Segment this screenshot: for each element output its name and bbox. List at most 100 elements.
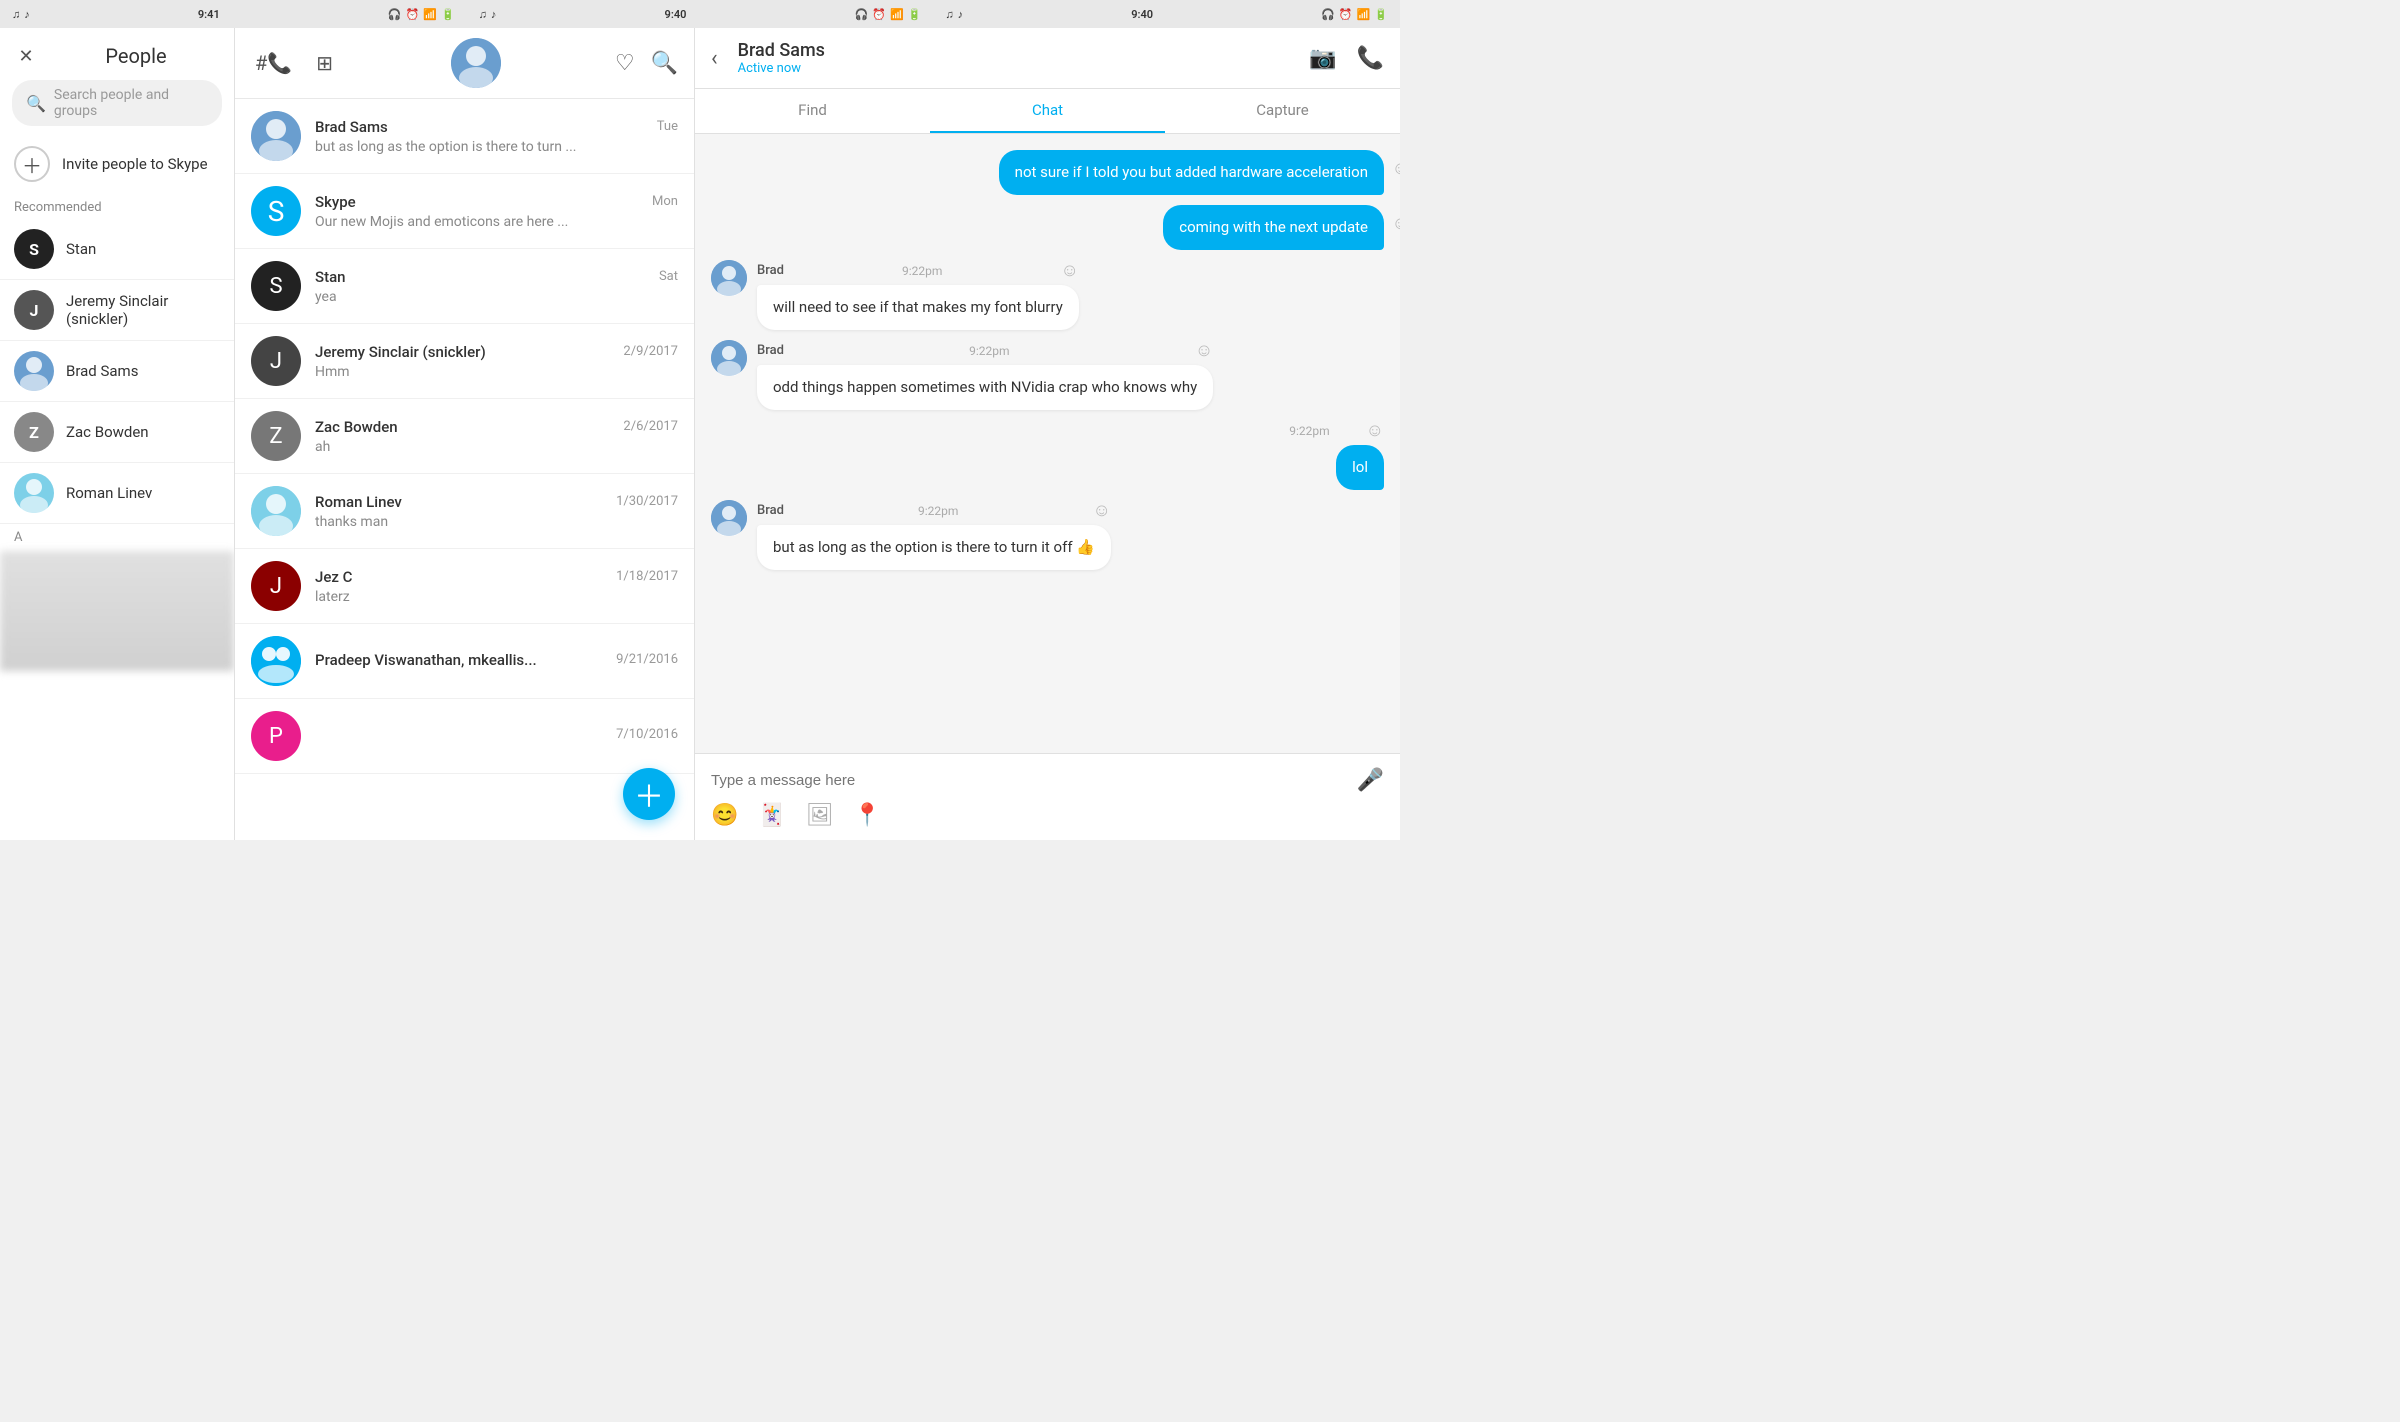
emoji-btn-recv-2[interactable]: ☺ [1195,340,1213,361]
sent-time-row: 9:22pm ☺ [1289,420,1384,441]
msg-content-fontblurry: Brad 9:22pm ☺ will need to see if that m… [757,260,1079,330]
chat-info-jeremy: Jeremy Sinclair (snickler) 2/9/2017 Hmm [315,343,678,380]
chat-item-zac[interactable]: Z Zac Bowden 2/6/2017 ah [235,399,694,474]
chat-avatar-group [251,636,301,686]
chat-name-row-stan: Stan Sat [315,268,678,286]
wifi-icon-mid: 📶 [890,8,904,21]
status-bar-middle: ♫ ♪ 9:40 🎧 ⏰ 📶 🔋 [467,0,934,28]
msg-received-row-2: Brad 9:22pm ☺ odd things happen sometime… [711,340,1213,410]
msg-bubble-fontblurry: will need to see if that makes my font b… [757,285,1079,330]
phone-call-icon[interactable]: 📞 [1357,46,1384,71]
chat-tabs: Find Chat Capture [695,89,1400,134]
right-time: 9:40 [1131,8,1153,21]
chat-item-jezc[interactable]: J Jez C 1/18/2017 laterz [235,549,694,624]
search-icon: 🔍 [26,94,46,113]
tab-chat[interactable]: Chat [930,89,1165,133]
back-button[interactable]: ‹ [711,42,726,75]
image-icon[interactable]: 🖼 [806,803,834,828]
msg-sent-nextupdate: coming with the next update ☺ [1163,205,1384,250]
contact-item-jeremy[interactable]: J Jeremy Sinclair (snickler) [0,280,234,341]
msg-meta-1: Brad 9:22pm ☺ [757,260,1079,281]
middle-panel-wrapper: #📞 ⊞ ♡ 🔍 [235,28,695,840]
close-button[interactable]: ✕ [12,42,40,70]
msg-sender-brad: Brad [757,263,784,278]
tab-capture[interactable]: Capture [1165,89,1400,133]
chat-item-skype[interactable]: S Skype Mon Our new Mojis and emoticons … [235,174,694,249]
chat-preview-skype: Our new Mojis and emoticons are here ... [315,214,678,230]
chat-contact-status: Active now [738,61,1298,76]
middle-status-icons-left: ♫ ♪ [479,8,497,21]
emoji-btn-recv-3[interactable]: ☺ [1093,500,1111,521]
microphone-icon[interactable]: 🎤 [1357,768,1384,793]
emoji-reaction-btn-2[interactable]: ☺ [1392,213,1400,234]
battery-icon-mid: 🔋 [908,8,922,21]
chat-info-jezc: Jez C 1/18/2017 laterz [315,568,678,605]
compose-button[interactable]: ＋ [623,768,675,820]
avatar-stan: S [14,229,54,269]
sticker-icon[interactable]: 🃏 [758,803,785,828]
call-icon[interactable]: #📞 [251,47,296,79]
location-icon[interactable]: 📍 [854,803,881,828]
emoji-reaction-btn-lol[interactable]: ☺ [1366,420,1384,441]
contact-item-stan[interactable]: S Stan [0,219,234,280]
chat-avatar-roman-mid [251,486,301,536]
contact-item-zac[interactable]: Z Zac Bowden [0,402,234,463]
alarm-icon: ⏰ [406,8,420,21]
main-avatar[interactable] [451,38,501,88]
status-bar-right: ♫ ♪ 9:40 🎧 ⏰ 📶 🔋 [933,0,1400,28]
chat-date-zac: 2/6/2017 [623,419,678,434]
chat-info-roman: Roman Linev 1/30/2017 thanks man [315,493,678,530]
tab-find[interactable]: Find [695,89,930,133]
people-title: People [50,44,222,68]
chat-item-group[interactable]: Pradeep Viswanathan, mkeallis... 9/21/20… [235,624,694,699]
message-input[interactable] [711,766,1347,795]
heart-icon[interactable]: ♡ [615,51,635,76]
emoji-btn-recv-1[interactable]: ☺ [1060,260,1078,281]
chat-avatar-jeremy-mid: J [251,336,301,386]
invite-people-button[interactable]: ＋ Invite people to Skype [0,136,234,192]
contact-item-brad[interactable]: Brad Sams [0,341,234,402]
left-system-icons: 🎧 ⏰ 📶 🔋 [388,8,455,21]
contacts-icon[interactable]: ⊞ [312,47,337,79]
msg-sender-brad-2: Brad [757,343,784,358]
invite-label: Invite people to Skype [62,155,208,173]
chat-info-pink: 7/10/2016 [315,727,678,745]
chat-contact-name: Brad Sams [738,40,1298,61]
chat-name-skype: Skype [315,193,356,211]
chat-item-jeremy[interactable]: J Jeremy Sinclair (snickler) 2/9/2017 Hm… [235,324,694,399]
chat-preview-jeremy: Hmm [315,364,678,380]
chat-info-zac: Zac Bowden 2/6/2017 ah [315,418,678,455]
chat-toolbar-icons: 😊 🃏 🖼 📍 [711,795,1384,828]
msg-avatar-brad-2 [711,340,747,376]
chat-info-group: Pradeep Viswanathan, mkeallis... 9/21/20… [315,651,678,672]
chat-preview-zac: ah [315,439,678,455]
chat-avatar-jezc: J [251,561,301,611]
msg-content-turnoff: Brad 9:22pm ☺ but as long as the option … [757,500,1111,570]
chat-item-stan[interactable]: S Stan Sat yea [235,249,694,324]
emoji-reaction-btn-1[interactable]: ☺ [1392,158,1400,179]
msg-sent-lol: 9:22pm ☺ lol [1289,420,1384,490]
search-icon-toolbar[interactable]: 🔍 [651,51,678,76]
chat-name-row-jeremy: Jeremy Sinclair (snickler) 2/9/2017 [315,343,678,361]
search-bar[interactable]: 🔍 Search people and groups [12,80,222,126]
msg-sent-bubble-hardware: not sure if I told you but added hardwar… [999,150,1384,195]
alarm-icon-mid: ⏰ [872,8,886,21]
chat-item-pink[interactable]: P 7/10/2016 [235,699,694,774]
chat-item-roman[interactable]: Roman Linev 1/30/2017 thanks man [235,474,694,549]
msg-received-row-3: Brad 9:22pm ☺ but as long as the option … [711,500,1111,570]
left-panel: ✕ People 🔍 Search people and groups ＋ In… [0,28,235,840]
avatar-jeremy: J [14,290,54,330]
smiley-icon[interactable]: 😊 [711,803,738,828]
middle-panel: #📞 ⊞ ♡ 🔍 [235,28,695,840]
msg-content-nvidia: Brad 9:22pm ☺ odd things happen sometime… [757,340,1213,410]
chat-date-group: 9/21/2016 [616,652,678,667]
video-call-icon[interactable]: 📷 [1309,46,1336,71]
msg-avatar-brad-3 [711,500,747,536]
contact-item-roman[interactable]: Roman Linev [0,463,234,524]
msg-time-1: 9:22pm [902,264,942,278]
chat-list: Brad Sams Tue but as long as the option … [235,99,694,840]
chat-item-brad[interactable]: Brad Sams Tue but as long as the option … [235,99,694,174]
chat-avatar-skype: S [251,186,301,236]
headphone-icon-mid: 🎧 [855,8,869,21]
msg-sender-brad-3: Brad [757,503,784,518]
